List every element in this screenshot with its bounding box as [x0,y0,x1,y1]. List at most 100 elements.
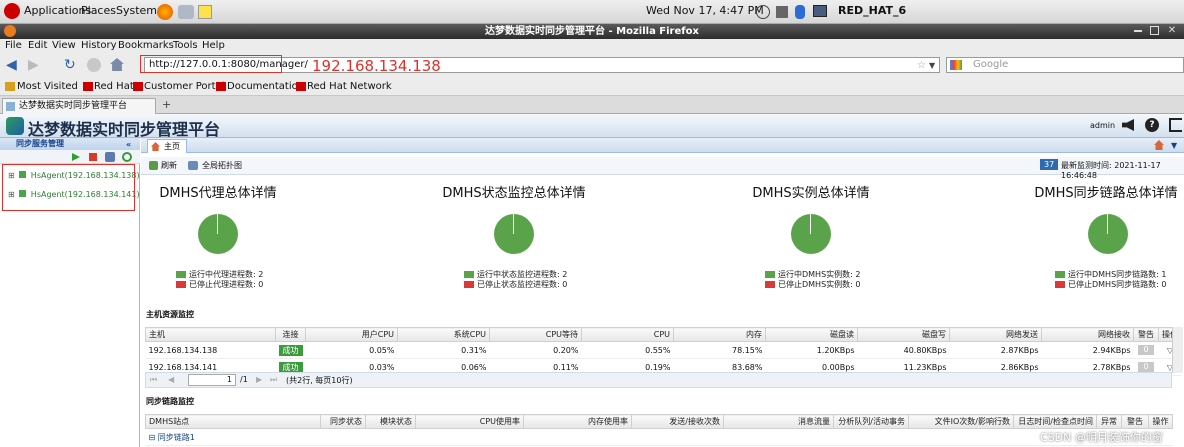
window-title: 达梦数据实时同步管理平台 - Mozilla Firefox [485,26,699,37]
col-warning[interactable]: 警告 [1133,327,1159,342]
col-net-recv[interactable]: 网络接收 [1041,327,1134,342]
collapse-group-icon[interactable]: ⊟ [149,433,158,442]
mail-launcher-icon[interactable] [178,5,194,19]
refresh-icon[interactable] [122,152,132,162]
col-action[interactable]: 操作 [1148,414,1173,429]
menu-edit[interactable]: Edit [28,39,47,53]
col-module-status[interactable]: 模块状态 [365,414,416,429]
tab-home[interactable]: 主页 [147,139,187,153]
redhat-logo-icon[interactable] [4,3,20,19]
menu-history[interactable]: History [81,39,117,53]
minimize-icon[interactable] [1134,30,1142,32]
group-row[interactable]: ⊟ 同步链路1 [145,428,1173,446]
col-warning[interactable]: 警告 [1121,414,1149,429]
start-icon[interactable] [72,153,80,161]
col-host[interactable]: 主机 [145,327,276,342]
cell-user-cpu: 0.05% [305,341,398,359]
reload-icon[interactable]: ↻ [64,58,78,72]
maximize-icon[interactable] [1150,26,1159,35]
panel-title: DMHS状态监控总体详情 [442,186,586,201]
close-icon[interactable]: ✕ [1167,26,1177,36]
menu-bookmarks[interactable]: Bookmarks [118,39,174,53]
legend-stopped: 已停止DMHS实例数: 0 [765,280,860,290]
col-error[interactable]: 异常 [1096,414,1122,429]
col-msg-traffic[interactable]: 消息流量 [723,414,834,429]
col-file-io[interactable]: 文件IO次数/影响行数 [908,414,1014,429]
cell-cpu-wait: 0.20% [489,341,582,359]
bookmark-documentation[interactable]: Documentation [227,81,304,92]
clock[interactable]: Wed Nov 17, 4:47 PM [646,4,764,17]
cell-disk-write: 40.80KBps [857,341,950,359]
back-arrow-icon[interactable]: ◀ [6,58,20,72]
stopped-swatch [1055,281,1065,288]
home-icon[interactable] [110,58,124,71]
page-icon [6,102,15,111]
google-engine-icon[interactable] [950,60,962,70]
legend-stopped-label: 已停止代理进程数: 0 [189,280,264,289]
stop-icon[interactable] [87,58,101,72]
menu-tools[interactable]: Tools [173,39,198,53]
bookmark-most-visited[interactable]: Most Visited [17,81,78,92]
prev-page-icon[interactable]: ◀ [168,375,174,384]
col-cpu-usage[interactable]: CPU使用率 [415,414,524,429]
col-site[interactable]: DMHS站点 [145,414,321,429]
refresh-button[interactable]: 刷新 [161,160,177,171]
stop-square-icon[interactable] [89,153,97,161]
bookmark-red-hat[interactable]: Red Hat [94,81,134,92]
help-icon[interactable]: ? [1145,118,1159,132]
pager-summary: (共2行, 每页10行) [286,376,353,385]
table-scrollbar[interactable] [1172,327,1183,373]
bookmark-star-icon[interactable]: ☆ [917,59,926,73]
menu-view[interactable]: View [52,39,76,53]
url-dropdown-icon[interactable]: ▼ [929,59,935,73]
system-menu[interactable]: System [116,4,157,17]
col-net-send[interactable]: 网络发送 [949,327,1042,342]
col-cpu[interactable]: CPU [581,327,674,342]
topology-icon [188,161,198,170]
col-send-recv[interactable]: 发送/接收次数 [631,414,724,429]
last-page-icon[interactable]: ⏭ [270,375,277,385]
browser-tab[interactable]: 达梦数据实时同步管理平台 [2,98,156,114]
gnome-panel: Applications Places System Wed Nov 17, 4… [0,0,1184,24]
topology-button[interactable]: 全局拓扑图 [202,160,242,171]
firefox-launcher-icon[interactable] [157,4,173,20]
volume-icon[interactable] [756,5,770,19]
bookmark-customer-portal[interactable]: Customer Portal [144,81,224,92]
monitor-panel: DMHS状态监控总体详情 [394,180,634,201]
col-user-cpu[interactable]: 用户CPU [305,327,398,342]
forward-arrow-icon[interactable]: ▶ [28,58,42,72]
col-memory[interactable]: 内存 [673,327,766,342]
col-log-time[interactable]: 日志时间/检查点时间 [1013,414,1097,429]
pie-slice-divider [810,214,811,234]
logout-icon[interactable] [1169,118,1182,132]
speaker-icon[interactable] [1122,119,1134,131]
col-sys-cpu[interactable]: 系统CPU [397,327,490,342]
legend-running: 运行中状态监控进程数: 2 [464,270,567,280]
monitor-icon[interactable] [813,5,827,17]
menu-file[interactable]: File [5,39,22,53]
col-cpu-wait[interactable]: CPU等待 [489,327,582,342]
col-queue[interactable]: 分析队列/活动事务 [833,414,909,429]
network-icon[interactable] [776,6,788,18]
bluetooth-icon[interactable] [795,5,805,19]
table-row[interactable]: 192.168.134.138 成功 0.05% 0.31% 0.20% 0.5… [145,341,1182,359]
page-input[interactable]: 1 [188,374,236,386]
new-tab-icon[interactable]: + [162,99,171,110]
col-disk-read[interactable]: 磁盘读 [765,327,858,342]
menu-help[interactable]: Help [202,39,225,53]
next-page-icon[interactable]: ▶ [256,375,262,384]
group-cell[interactable]: ⊟ 同步链路1 [145,428,1173,446]
home-small-icon[interactable] [1154,140,1164,150]
first-page-icon[interactable]: ⏮ [150,375,157,385]
col-disk-write[interactable]: 磁盘写 [857,327,950,342]
col-mem-usage[interactable]: 内存使用率 [523,414,632,429]
cell-net-send: 2.87KBps [949,341,1042,359]
notes-launcher-icon[interactable] [198,5,212,19]
tab-menu-icon[interactable]: ▼ [1171,141,1177,150]
col-connection[interactable]: 连接 [275,327,306,342]
places-menu[interactable]: Places [81,4,116,17]
search-field[interactable]: Google [946,57,1184,73]
bookmark-red-hat-network[interactable]: Red Hat Network [307,81,392,92]
col-sync-status[interactable]: 同步状态 [320,414,366,429]
config-icon[interactable] [105,152,115,162]
